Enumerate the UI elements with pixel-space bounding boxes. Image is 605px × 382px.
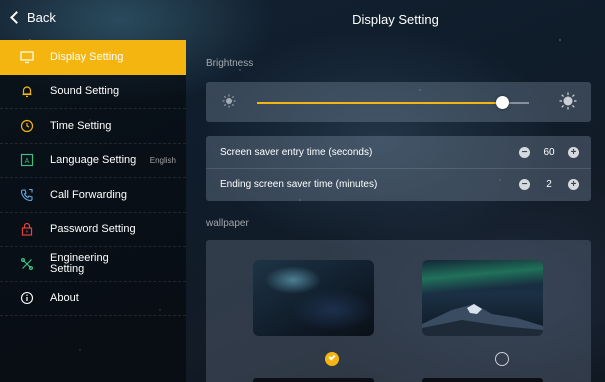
sidebar-item-language-setting[interactable]: A Language Setting English bbox=[0, 144, 186, 178]
tools-icon bbox=[20, 257, 34, 271]
sidebar-item-label: Engineering Setting bbox=[50, 251, 109, 275]
sidebar-item-call-forwarding[interactable]: Call Forwarding bbox=[0, 178, 186, 213]
screensaver-ending-value: 2 bbox=[546, 179, 552, 190]
sidebar-item-label: Password Setting bbox=[50, 223, 136, 236]
wallpaper-thumbnail-nebula[interactable] bbox=[253, 260, 374, 336]
minus-button[interactable]: − bbox=[519, 179, 530, 190]
sidebar-item-about[interactable]: About bbox=[0, 282, 186, 316]
sidebar-item-label: About bbox=[50, 292, 79, 305]
screensaver-ending-row: Ending screen saver time (minutes) − 2 + bbox=[206, 168, 591, 200]
current-language-value: English bbox=[149, 155, 176, 165]
brightness-slider-handle[interactable] bbox=[495, 96, 509, 109]
bell-icon bbox=[20, 84, 34, 98]
wallpaper-panel bbox=[206, 240, 591, 382]
screensaver-entry-value: 60 bbox=[543, 146, 555, 158]
brightness-slider[interactable] bbox=[257, 96, 529, 109]
info-icon bbox=[20, 291, 34, 305]
sidebar-item-password-setting[interactable]: Password Setting bbox=[0, 213, 186, 247]
plus-button[interactable]: + bbox=[568, 146, 579, 158]
brightness-high-icon bbox=[559, 92, 577, 115]
brightness-label: Brightness bbox=[206, 58, 254, 69]
wallpaper-radio-unselected[interactable] bbox=[495, 352, 509, 366]
screensaver-panel: Screen saver entry time (seconds) − 60 +… bbox=[206, 136, 591, 201]
sidebar-item-label: Display Setting bbox=[50, 51, 124, 64]
monitor-icon bbox=[20, 50, 34, 64]
top-bar: Back Display Setting bbox=[0, 0, 605, 40]
sidebar-item-time-setting[interactable]: Time Setting bbox=[0, 109, 186, 144]
brightness-slider-fill bbox=[257, 102, 502, 104]
sidebar-item-label: Sound Setting bbox=[50, 85, 120, 98]
mountain-shape bbox=[422, 304, 543, 336]
wallpaper-radio-selected[interactable] bbox=[325, 352, 339, 366]
sidebar-item-engineering-setting[interactable]: Engineering Setting bbox=[0, 247, 186, 282]
screensaver-entry-label: Screen saver entry time (seconds) bbox=[220, 146, 373, 158]
wallpaper-label: wallpaper bbox=[206, 218, 249, 229]
content-area: Brightness Screen saver entry time (seco… bbox=[186, 40, 605, 382]
sidebar-item-label: Language Setting bbox=[50, 154, 137, 167]
wallpaper-thumbnail-aurora-mountain[interactable] bbox=[422, 260, 543, 336]
language-icon: A bbox=[20, 153, 34, 167]
chevron-left-icon bbox=[10, 11, 23, 24]
phone-forward-icon bbox=[20, 188, 34, 202]
sidebar: Display Setting Sound Setting Time Setti… bbox=[0, 40, 186, 382]
minus-button[interactable]: − bbox=[519, 146, 530, 158]
clock-icon bbox=[20, 119, 34, 133]
screensaver-entry-row: Screen saver entry time (seconds) − 60 + bbox=[206, 136, 591, 168]
screensaver-ending-label: Ending screen saver time (minutes) bbox=[220, 179, 378, 190]
brightness-panel bbox=[206, 82, 591, 122]
checkmark-icon bbox=[327, 352, 336, 361]
svg-text:A: A bbox=[25, 158, 30, 165]
lock-icon bbox=[20, 222, 34, 236]
screensaver-ending-stepper: − 2 + bbox=[519, 179, 579, 190]
sidebar-item-label: Call Forwarding bbox=[50, 188, 128, 201]
sidebar-item-sound-setting[interactable]: Sound Setting bbox=[0, 75, 186, 109]
wallpaper-thumbnail-next-row bbox=[253, 378, 374, 382]
screensaver-entry-stepper: − 60 + bbox=[519, 146, 579, 158]
wallpaper-thumbnail-next-row bbox=[422, 378, 543, 382]
plus-button[interactable]: + bbox=[568, 179, 579, 190]
sidebar-item-label: Time Setting bbox=[50, 119, 112, 132]
page-title: Display Setting bbox=[352, 12, 439, 27]
sidebar-item-display-setting[interactable]: Display Setting bbox=[0, 40, 186, 75]
brightness-low-icon bbox=[222, 94, 236, 113]
back-label: Back bbox=[27, 10, 56, 25]
back-button[interactable]: Back bbox=[8, 10, 56, 25]
